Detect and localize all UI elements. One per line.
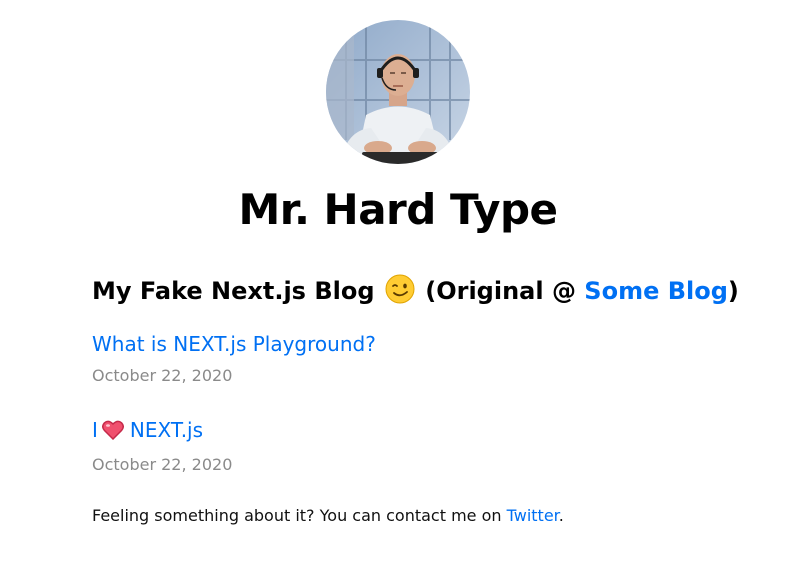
winking-face-emoji-icon [385,274,415,312]
list-item: What is NEXT.js Playground? October 22, … [92,331,732,387]
profile-photo-icon [326,20,470,164]
blog-heading-text: My Fake Next.js Blog [92,277,375,305]
post-title-link[interactable]: What is NEXT.js Playground? [92,331,732,357]
post-title-prefix: I [92,418,98,443]
site-title: Mr. Hard Type [238,185,558,234]
post-list: What is NEXT.js Playground? October 22, … [92,331,732,476]
post-title-link[interactable]: I NEXT.js [92,417,732,446]
heart-emoji-icon [101,420,124,446]
contact-text: Feeling something about it? You can cont… [92,505,732,527]
profile-header: Mr. Hard Type [0,0,796,234]
blog-section: My Fake Next.js Blog (Original @ Some Bl… [92,274,739,527]
avatar [326,20,470,164]
post-date: October 22, 2020 [92,366,233,386]
post-date: October 22, 2020 [92,455,233,475]
post-title-suffix: NEXT.js [129,418,204,443]
some-blog-link[interactable]: Some Blog [584,277,728,305]
contact-message: Feeling something about it? You can cont… [92,505,502,525]
blog-heading-original: (Original @ [425,277,576,305]
twitter-link[interactable]: Twitter [507,506,559,525]
page: Mr. Hard Type My Fake Next.js Blog (Orig… [0,0,796,582]
blog-heading-suffix: ) [727,277,739,305]
blog-heading: My Fake Next.js Blog (Original @ Some Bl… [92,274,739,312]
contact-end: . [558,505,564,525]
list-item: I NEXT.js October 22, 2020 [92,417,732,476]
